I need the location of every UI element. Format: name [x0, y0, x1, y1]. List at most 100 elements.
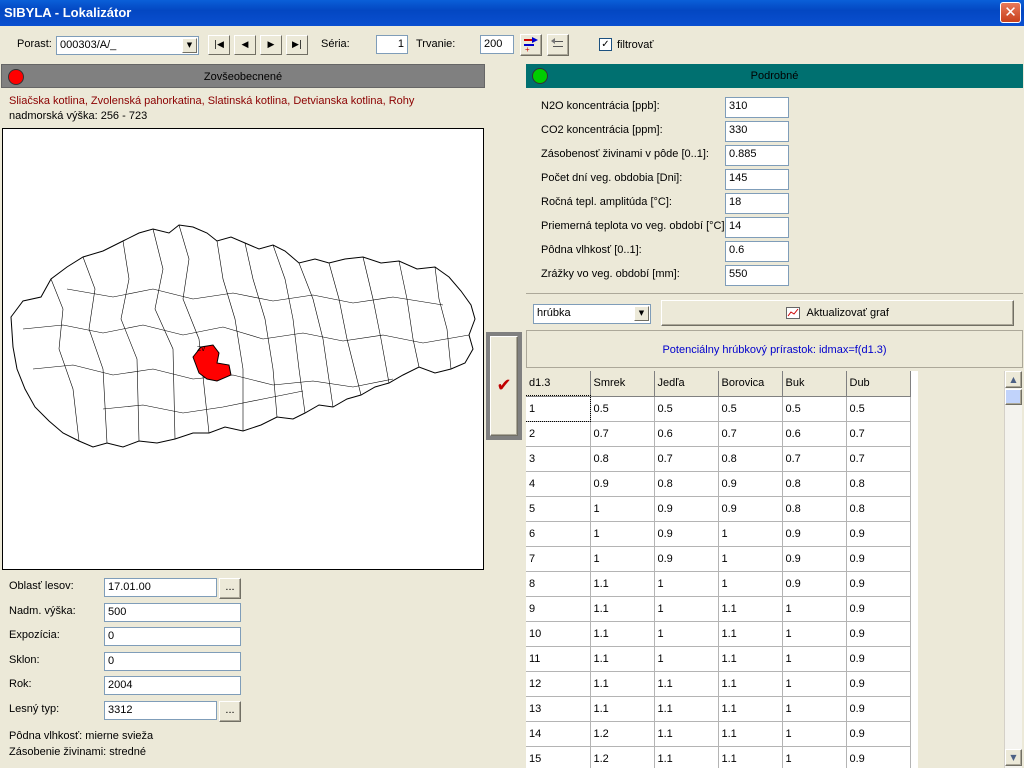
table-cell[interactable]: 1	[718, 571, 783, 597]
row-header-cell[interactable]: 12	[526, 671, 591, 697]
row-header-cell[interactable]: 1	[526, 395, 591, 422]
table-cell[interactable]: 0.9	[846, 671, 911, 697]
column-header[interactable]: Jedľa	[654, 371, 719, 397]
table-cell[interactable]: 0.9	[846, 646, 911, 672]
table-row[interactable]: 1 0.5 0.5 0.5 0.5 0.5	[526, 395, 911, 422]
table-cell[interactable]: 1.1	[718, 721, 783, 747]
table-cell[interactable]: 0.5	[718, 396, 783, 422]
table-row[interactable]: 9 1.1 1 1.1 1 0.9	[526, 596, 911, 622]
table-cell[interactable]: 1.1	[718, 671, 783, 697]
table-cell[interactable]: 1	[654, 621, 719, 647]
table-cell[interactable]: 1	[782, 621, 847, 647]
table-cell[interactable]: 0.7	[718, 421, 783, 447]
update-graph-button[interactable]: Aktualizovať graf	[661, 300, 1014, 326]
table-cell[interactable]: 1.2	[590, 746, 655, 768]
left-field-input[interactable]: 0	[104, 627, 241, 646]
column-header[interactable]: Smrek	[590, 371, 655, 397]
table-cell[interactable]: 0.9	[846, 621, 911, 647]
table-cell[interactable]: 1.1	[654, 721, 719, 747]
last-record-button[interactable]: ▶|	[286, 35, 308, 55]
table-row[interactable]: 14 1.2 1.1 1.1 1 0.9	[526, 721, 911, 747]
row-header-cell[interactable]: 5	[526, 496, 591, 522]
porast-select[interactable]: 000303/A/_ ▼	[56, 36, 199, 55]
table-cell[interactable]: 0.9	[846, 521, 911, 547]
slovakia-map[interactable]: ZV	[3, 129, 483, 569]
column-header[interactable]: Dub	[846, 371, 911, 397]
table-cell[interactable]: 0.9	[782, 521, 847, 547]
table-cell[interactable]: 0.7	[846, 446, 911, 472]
table-cell[interactable]: 0.6	[782, 421, 847, 447]
scroll-down-icon[interactable]: ▼	[1005, 749, 1022, 766]
row-header-cell[interactable]: 15	[526, 746, 591, 768]
row-header-cell[interactable]: 4	[526, 471, 591, 497]
table-row[interactable]: 12 1.1 1.1 1.1 1 0.9	[526, 671, 911, 697]
table-cell[interactable]: 1	[782, 671, 847, 697]
table-cell[interactable]: 0.8	[846, 471, 911, 497]
seria-input[interactable]: 1	[376, 35, 408, 54]
table-row[interactable]: 13 1.1 1.1 1.1 1 0.9	[526, 696, 911, 722]
table-row[interactable]: 6 1 0.9 1 0.9 0.9	[526, 521, 911, 547]
table-cell[interactable]: 1.1	[718, 621, 783, 647]
table-cell[interactable]: 1.1	[590, 571, 655, 597]
left-field-input[interactable]: 2004	[104, 676, 241, 695]
table-row[interactable]: 10 1.1 1 1.1 1 0.9	[526, 621, 911, 647]
table-cell[interactable]: 0.8	[846, 496, 911, 522]
table-row[interactable]: 7 1 0.9 1 0.9 0.9	[526, 546, 911, 572]
table-cell[interactable]: 1	[782, 746, 847, 768]
table-row[interactable]: 8 1.1 1 1 0.9 0.9	[526, 571, 911, 597]
table-cell[interactable]: 1	[590, 496, 655, 522]
apply-button[interactable]: ✔	[490, 336, 518, 436]
table-cell[interactable]: 1	[654, 646, 719, 672]
filter-checkbox[interactable]: ✓	[599, 38, 612, 51]
row-header-cell[interactable]: 6	[526, 521, 591, 547]
previous-record-button[interactable]: ◀	[234, 35, 256, 55]
table-cell[interactable]: 0.9	[846, 546, 911, 572]
first-record-button[interactable]: |◀	[208, 35, 230, 55]
table-cell[interactable]: 0.5	[590, 396, 655, 422]
table-cell[interactable]: 0.9	[590, 471, 655, 497]
right-field-input[interactable]: 0.6	[725, 241, 789, 262]
scroll-thumb[interactable]	[1005, 389, 1022, 405]
column-header[interactable]: d1.3	[526, 371, 591, 397]
table-cell[interactable]: 0.9	[654, 546, 719, 572]
table-cell[interactable]: 0.7	[590, 421, 655, 447]
next-record-button[interactable]: ▶	[260, 35, 282, 55]
add-series-button[interactable]: +	[520, 34, 542, 56]
table-cell[interactable]: 0.8	[718, 446, 783, 472]
row-header-cell[interactable]: 7	[526, 546, 591, 572]
table-cell[interactable]: 0.8	[654, 471, 719, 497]
table-cell[interactable]: 1.1	[654, 671, 719, 697]
vertical-scrollbar[interactable]: ▲ ▼	[1004, 371, 1022, 768]
scroll-up-icon[interactable]: ▲	[1005, 371, 1022, 388]
table-cell[interactable]: 0.9	[718, 471, 783, 497]
right-field-input[interactable]: 330	[725, 121, 789, 142]
right-field-input[interactable]: 0.885	[725, 145, 789, 166]
browse-button[interactable]: ...	[219, 700, 241, 722]
table-cell[interactable]: 1.1	[718, 646, 783, 672]
table-row[interactable]: 4 0.9 0.8 0.9 0.8 0.8	[526, 471, 911, 497]
table-cell[interactable]: 1.1	[590, 646, 655, 672]
table-cell[interactable]: 0.6	[654, 421, 719, 447]
table-row[interactable]: 3 0.8 0.7 0.8 0.7 0.7	[526, 446, 911, 472]
right-field-input[interactable]: 145	[725, 169, 789, 190]
map-view[interactable]: ZV	[2, 128, 484, 570]
right-field-input[interactable]: 310	[725, 97, 789, 118]
table-cell[interactable]: 0.8	[782, 496, 847, 522]
table-cell[interactable]: 0.5	[654, 396, 719, 422]
table-cell[interactable]: 0.7	[782, 446, 847, 472]
chevron-down-icon[interactable]: ▼	[634, 306, 649, 321]
table-cell[interactable]: 1.1	[590, 596, 655, 622]
table-cell[interactable]: 0.8	[782, 471, 847, 497]
row-header-cell[interactable]: 11	[526, 646, 591, 672]
table-cell[interactable]: 1	[654, 596, 719, 622]
left-field-input[interactable]: 17.01.00	[104, 578, 217, 597]
table-cell[interactable]: 1.2	[590, 721, 655, 747]
right-field-input[interactable]: 14	[725, 217, 789, 238]
table-cell[interactable]: 1.1	[590, 671, 655, 697]
table-cell[interactable]: 0.8	[590, 446, 655, 472]
table-cell[interactable]: 0.9	[846, 746, 911, 768]
table-cell[interactable]: 1	[782, 721, 847, 747]
table-cell[interactable]: 0.9	[718, 496, 783, 522]
table-cell[interactable]: 1.1	[718, 746, 783, 768]
table-cell[interactable]: 0.9	[654, 521, 719, 547]
